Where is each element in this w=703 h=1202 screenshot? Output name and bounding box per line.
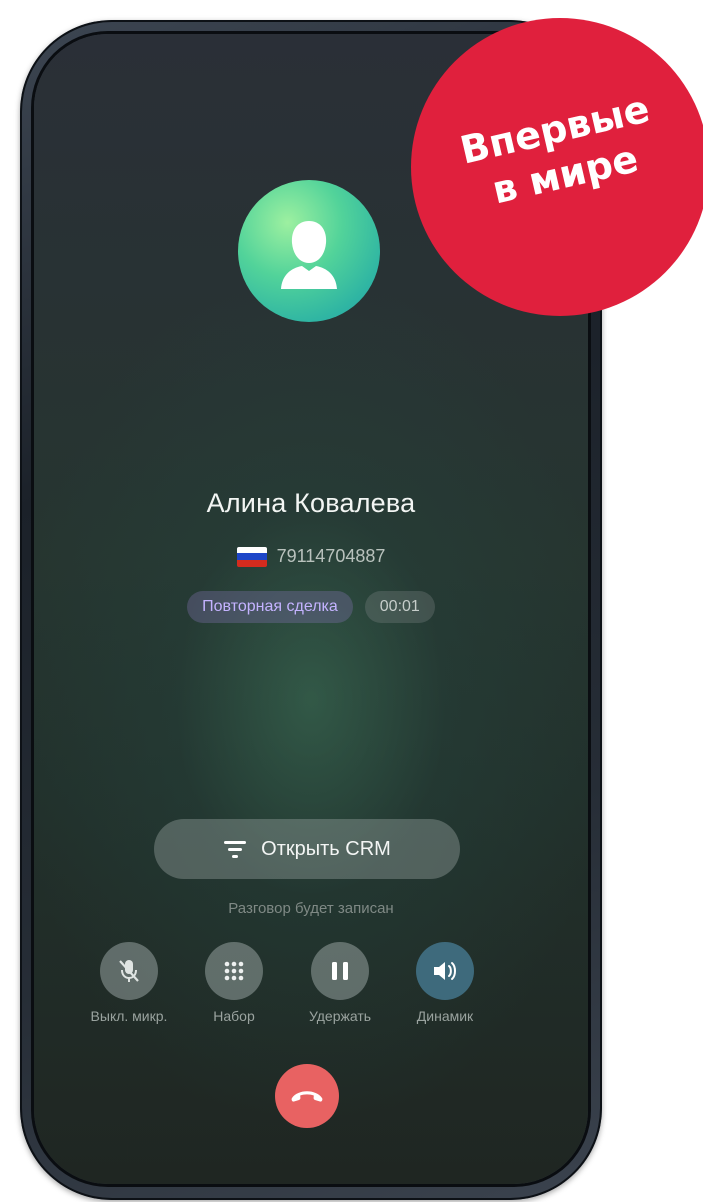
speaker-button[interactable] [416, 942, 474, 1000]
deal-badge: Повторная сделка [187, 591, 353, 623]
keypad-button[interactable] [205, 942, 263, 1000]
speaker-icon [434, 962, 456, 980]
call-badges: Повторная сделка 00:01 [34, 591, 588, 623]
speaker-label: Динамик [416, 1008, 474, 1024]
promo-badge: Впервые в мире [411, 18, 703, 316]
hold-control: Удержать [290, 942, 390, 1024]
russia-flag-icon [236, 546, 267, 567]
hold-label: Удержать [308, 1008, 372, 1024]
open-crm-label: Открыть CRM [261, 837, 391, 860]
recording-notice: Разговор будет записан [228, 900, 394, 917]
mute-label: Выкл. микр. [90, 1008, 168, 1024]
keypad-label: Набор [213, 1008, 255, 1024]
user-icon [281, 221, 337, 289]
filter-icon [224, 841, 247, 858]
pause-icon [332, 962, 348, 980]
promo-text: Впервые в мире [404, 74, 703, 231]
mute-button[interactable] [100, 942, 158, 1000]
avatar [238, 180, 380, 322]
hangup-button[interactable] [275, 1064, 339, 1128]
call-controls: Выкл. микр. Набор Удержать Динамик [91, 942, 514, 1032]
keypad-control: Набор [184, 942, 284, 1024]
mic-off-icon [119, 960, 139, 982]
speaker-control: Динамик [395, 942, 495, 1024]
mute-control: Выкл. микр. [79, 942, 179, 1024]
contact-name: Алина Ковалева [206, 488, 416, 518]
phone-number: 79114704887 [276, 546, 386, 566]
call-timer: 00:01 [364, 591, 435, 623]
open-crm-button[interactable]: Открыть CRM [154, 819, 460, 879]
phone-number-row: 79114704887 [34, 546, 588, 567]
hangup-icon [291, 1091, 323, 1102]
keypad-icon [224, 961, 244, 981]
hold-button[interactable] [311, 942, 369, 1000]
